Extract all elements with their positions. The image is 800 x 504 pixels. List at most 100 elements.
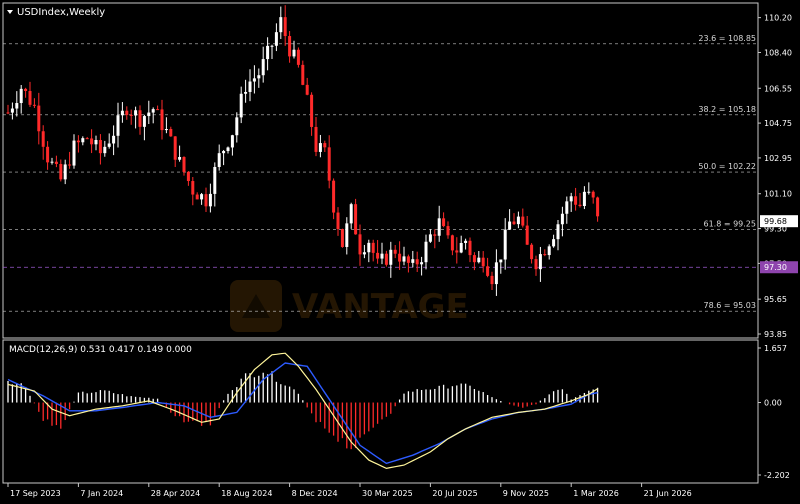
candle-body [332,180,336,213]
price-tick-label: 102.95 [764,154,792,163]
candle-body [296,49,300,65]
candle-body [424,241,428,263]
symbol-title[interactable]: USDIndex,Weekly [7,7,105,18]
candle-body [569,196,573,202]
candle-body [160,109,164,131]
candle-body [486,266,490,276]
candle-body [72,140,76,166]
candle-body [367,242,371,253]
candle-body [433,234,437,236]
candle-body [530,244,534,260]
candle-body [503,229,507,260]
candle-body [415,259,419,265]
candle-body [261,59,265,76]
candle-body [305,84,309,95]
candle-body [90,138,94,145]
candle-body [547,246,551,256]
candle-body [596,197,600,217]
candle-body [156,109,160,111]
candle-body [138,110,142,127]
candle-body [252,78,256,82]
candle-body [76,140,80,143]
candle-body [512,221,516,225]
candle-body [534,259,538,270]
marker-price-label: 97.30 [764,263,787,272]
candle-body [323,143,327,148]
candle-body [362,252,366,255]
candle-body [59,163,63,180]
price-tick-label: 108.40 [764,48,792,57]
candle-body [499,259,503,263]
candle-body [508,221,512,230]
candle-body [41,131,45,147]
candle-body [288,36,292,57]
candle-body [32,104,36,106]
candle-body [481,257,485,267]
candle-body [318,143,322,152]
time-tick-label: 28 Apr 2024 [151,489,200,498]
candle-body [587,191,591,193]
time-tick-label: 17 Sep 2023 [10,489,61,498]
candle-body [314,126,318,152]
candle-body [578,204,582,207]
candle-body [384,253,388,265]
candle-body [116,115,120,136]
fib-label-0: 23.6 = 108.85 [698,34,756,43]
price-tick-label: 110.20 [764,14,792,23]
candle-body [129,114,133,116]
candle-body [340,229,344,247]
candle-body [490,275,494,285]
candle-body [173,136,177,160]
symbol-title-text: USDIndex,Weekly [17,7,105,18]
candle-body [468,240,472,256]
candle-body [450,235,454,251]
candle-body [552,239,556,247]
watermark-logo: VANTAGE [230,280,469,332]
macd-label: MACD(12,26,9) 0.531 0.417 0.149 0.000 [9,345,192,355]
candle-body [349,204,353,224]
candle-body [411,259,415,263]
candle-body [402,256,406,262]
candle-body [112,135,116,144]
candle-body [358,234,362,255]
fib-label-3: 61.8 = 99.25 [703,220,756,229]
candle-body [565,201,569,214]
candle-body [301,64,305,85]
candle-body [248,81,252,92]
candle-body [257,75,261,79]
candle-body [380,253,384,259]
candle-body [222,151,226,154]
time-tick-label: 20 Jul 2025 [432,489,477,498]
candle-body [28,91,32,105]
candle-body [54,161,58,164]
candle-body [398,253,402,262]
macd-tick-label: 1.657 [764,344,787,353]
candle-body [455,250,459,253]
candle-body [169,129,173,137]
candle-body [244,91,248,94]
candle-body [230,135,234,148]
candle-body [217,153,221,167]
candle-body [226,147,230,152]
candle-body [354,204,358,235]
candle-body [345,223,349,247]
time-tick-label: 1 Mar 2026 [573,489,619,498]
price-tick-label: 101.10 [764,190,792,199]
fib-label-1: 38.2 = 105.18 [698,105,756,114]
candle-body [81,138,85,143]
candle-body [279,17,283,33]
candle-body [37,105,41,132]
candle-body [85,138,89,140]
candle-body [186,171,190,182]
candle-body [195,194,199,200]
candle-body [327,147,331,181]
candle-body [393,249,397,254]
candle-body [406,256,410,263]
candle-body [147,112,151,117]
candle-body [270,45,274,47]
candle-body [208,193,212,207]
candle-body [525,225,529,245]
candle-body [239,93,243,118]
candle-body [200,194,204,200]
time-tick-label: 21 Jun 2026 [644,489,692,498]
